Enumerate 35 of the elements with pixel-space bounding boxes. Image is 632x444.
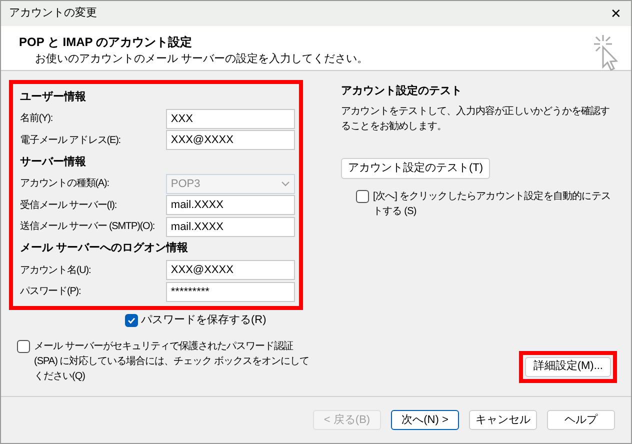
section-title: ユーザー情報 [20, 90, 87, 105]
chevron-down-icon [281, 180, 290, 187]
input-field[interactable]: XXX [166, 108, 295, 129]
field-label: パスワード(P): [20, 285, 82, 300]
field-label: 名前(Y): [20, 112, 54, 126]
input-field[interactable]: XXX@XXXX [166, 260, 295, 280]
field-label: アカウントの種類(A): [20, 176, 110, 192]
checkbox[interactable] [356, 190, 369, 203]
section-title: サーバー情報 [20, 154, 87, 170]
header-title: POP と IMAP のアカウント設定 [19, 34, 193, 51]
field-label: 電子メール アドレス(E): [20, 134, 122, 148]
dialog-button[interactable]: ヘルプ [547, 410, 615, 430]
checked-checkbox[interactable] [125, 314, 138, 326]
input-field[interactable]: XXX@XXXX [166, 130, 295, 150]
field-label: 送信メール サーバー (SMTP)(O): [20, 220, 156, 234]
advanced-settings-button[interactable]: 詳細設定(M)... [525, 356, 611, 376]
password-field[interactable]: ********* [166, 282, 295, 302]
checkmark-icon [127, 316, 136, 324]
field-label: アカウント名(U): [20, 264, 92, 278]
input-field[interactable]: mail.XXXX [166, 216, 295, 237]
checkbox-label: メール サーバーがセキュリティで保護されたパスワード認証 (SPA) に対応している場合には、チェック ボックスをオンにしてください(Q) [34, 340, 310, 384]
dialog-button[interactable]: キャンセル [469, 410, 537, 430]
dialog-button[interactable]: 次へ(N) > [391, 410, 459, 430]
close-button[interactable]: ✕ [601, 1, 631, 26]
field-label: 受信メール サーバー(I): [20, 198, 118, 213]
checkbox[interactable] [17, 340, 30, 352]
checkbox-label: [次へ] をクリックしたらアカウント設定を自動的にテストする (S) [373, 190, 612, 219]
section-title: メール サーバーへのログオン情報 [20, 240, 190, 256]
input-field[interactable]: mail.XXXX [166, 195, 295, 216]
header-subtitle: お使いのアカウントのメール サーバーの設定を入力してください。 [34, 52, 370, 67]
test-description: アカウントをテストして、入力内容が正しいかどうかを確認することをお勧めします。 [341, 104, 611, 134]
checkbox-label: パスワードを保存する(R) [141, 312, 266, 328]
window-title: アカウントの変更 [9, 6, 98, 22]
test-settings-button[interactable]: アカウント設定のテスト(T) [341, 158, 490, 179]
section-title: アカウント設定のテスト [341, 84, 463, 99]
